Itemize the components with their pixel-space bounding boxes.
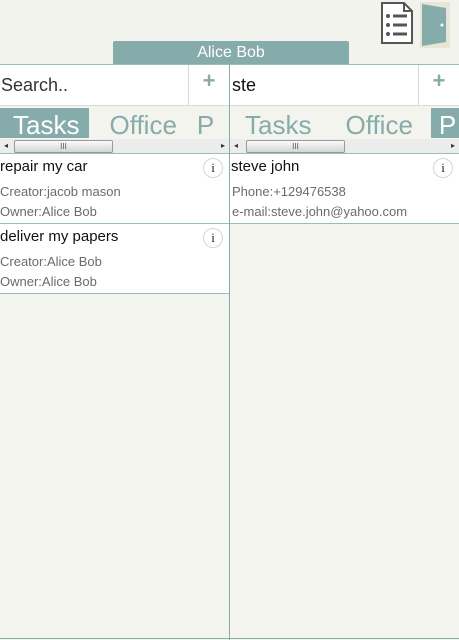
right-tab-office[interactable]: Office [321,108,422,138]
right-search-input[interactable] [230,65,416,105]
right-add-button[interactable]: + [418,65,459,105]
scroll-thumb[interactable]: III [14,140,113,153]
list-item[interactable]: deliver my papers Creator:Alice Bob Owne… [0,224,229,294]
left-tab-p[interactable]: P [187,108,224,138]
list-icon[interactable] [380,2,414,44]
item-owner: Owner:Alice Bob [0,204,97,219]
left-list: repair my car Creator:jacob mason Owner:… [0,154,229,294]
right-list: steve john Phone:+129476538 e-mail:steve… [230,154,459,224]
item-title: repair my car [0,158,88,175]
left-tab-bar: Tasks Office P [0,108,229,138]
info-button[interactable]: i [203,228,223,248]
user-name-tab: Alice Bob [113,41,349,65]
info-button[interactable]: i [203,158,223,178]
right-panel: + TasksOffice P ◂ III ▸ steve john Phone:… [230,64,459,640]
left-tab-tasks[interactable]: Tasks [0,108,90,138]
scroll-right-arrow[interactable]: ▸ [217,139,229,153]
list-item[interactable]: steve john Phone:+129476538 e-mail:steve… [230,154,459,224]
item-phone: Phone:+129476538 [232,184,346,199]
item-creator: Creator:Alice Bob [0,254,102,269]
right-tab-bar: Tasks Office P [230,108,459,138]
item-title: steve john [231,158,300,175]
door-icon[interactable] [420,2,452,48]
scroll-left-arrow[interactable]: ◂ [230,139,242,153]
left-search-input[interactable] [0,65,186,105]
list-item[interactable]: repair my car Creator:jacob mason Owner:… [0,154,229,224]
item-owner: Owner:Alice Bob [0,274,97,289]
right-tab-tasks[interactable]: Tasks [230,108,321,138]
right-tabs-scrollbar[interactable]: ◂ III ▸ [230,139,459,154]
right-tab-p[interactable]: P [430,108,459,138]
left-tab-office[interactable]: Office [89,108,186,138]
left-search-row: + [0,65,229,106]
scroll-thumb[interactable]: III [246,140,345,153]
right-search-row: + [230,65,459,106]
scroll-right-arrow[interactable]: ▸ [447,139,459,153]
left-tabs-scrollbar[interactable]: ◂ III ▸ [0,139,229,154]
scroll-left-arrow[interactable]: ◂ [0,139,12,153]
left-add-button[interactable]: + [188,65,229,105]
left-panel: + TasksOfficeP ◂ III ▸ repair my car Cre… [0,64,230,640]
item-title: deliver my papers [0,228,119,245]
info-button[interactable]: i [433,158,453,178]
item-creator: Creator:jacob mason [0,184,121,199]
item-email: e-mail:steve.john@yahoo.com [232,204,408,219]
